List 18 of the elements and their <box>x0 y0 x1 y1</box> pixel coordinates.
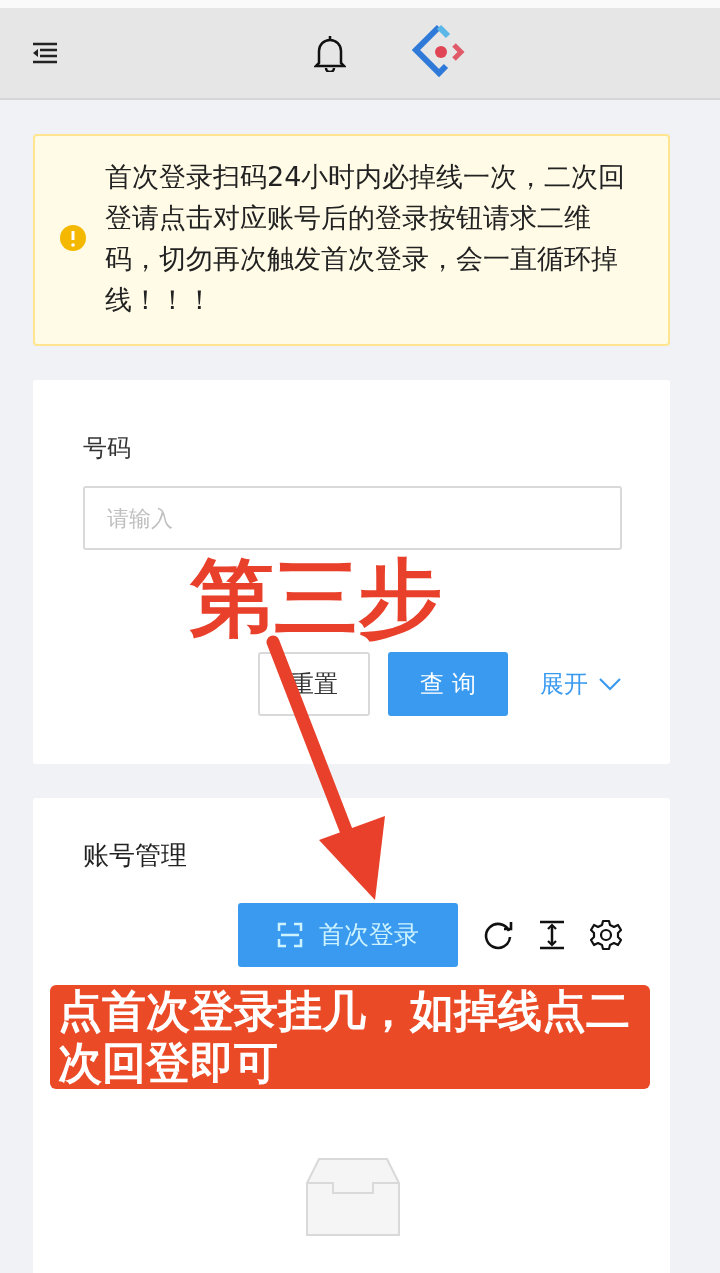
field-label: 号码 <box>83 433 132 464</box>
alert-text: 首次登录扫码24小时内必掉线一次，二次回登请点击对应账号后的登录按钮请求二维码，切勿再次触发首次登录，会一直循环掉线！！！ <box>105 160 627 317</box>
search-button[interactable]: 查 询 <box>388 652 508 716</box>
refresh-icon[interactable] <box>482 919 514 951</box>
input-field[interactable]: 请输入 <box>83 486 622 550</box>
bell-icon[interactable] <box>314 34 346 72</box>
scan-icon <box>277 922 303 948</box>
column-height-icon[interactable] <box>538 920 566 950</box>
empty-inbox-icon <box>304 1157 401 1237</box>
step-label: 第三步 <box>190 556 442 640</box>
warning-icon <box>59 224 87 252</box>
menu-fold-icon[interactable] <box>30 41 58 65</box>
first-login-button[interactable]: 首次登录 <box>238 903 458 967</box>
callout-text: 点首次登录挂几，如掉线点二次回登即可 <box>50 985 650 1089</box>
chevron-icon <box>598 676 622 692</box>
expand-toggle[interactable]: 展开 <box>526 666 622 702</box>
settings-icon[interactable] <box>590 919 622 951</box>
card-title: 账号管理 <box>83 839 188 872</box>
